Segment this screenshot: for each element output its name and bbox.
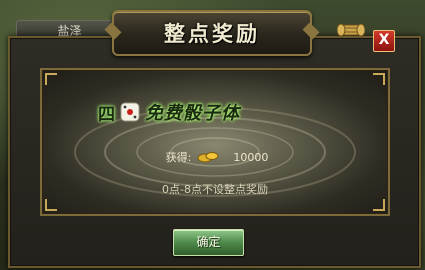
gold-ingot-icon (197, 152, 219, 163)
panel-corner-ornament (45, 73, 57, 85)
reward-content-panel: 四 免费骰子体 获得: 10000 0点-8点不设整点奖励 (40, 68, 390, 216)
dialog-title: 整点奖励 (164, 22, 260, 46)
scroll-icon (337, 23, 365, 37)
panel-corner-ornament (373, 199, 385, 211)
reward-amount: 10000 (233, 150, 269, 164)
headline-text: 免费骰子体 (145, 103, 240, 124)
panel-corner-ornament (45, 199, 57, 211)
confirm-button[interactable]: 确定 (173, 229, 244, 256)
reward-label: 获得: (165, 151, 192, 164)
reward-headline: 四 免费骰子体 (98, 94, 338, 130)
dialog-title-plate: 整点奖励 (112, 10, 312, 56)
dice-icon (120, 102, 140, 122)
reward-note: 0点-8点不设整点奖励 (162, 183, 268, 196)
close-button[interactable]: X (373, 30, 395, 52)
headline-prefix: 四 (98, 104, 115, 125)
reward-row: 获得: 10000 (122, 148, 312, 166)
panel-corner-ornament (373, 73, 385, 85)
